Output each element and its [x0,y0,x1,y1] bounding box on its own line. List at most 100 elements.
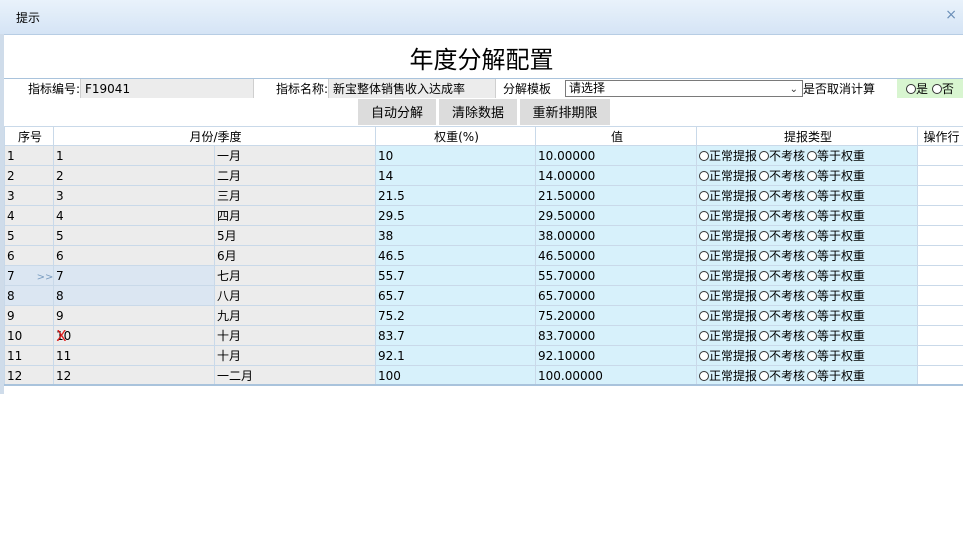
type-radio[interactable] [807,191,818,201]
cell-weight[interactable]: 38 [375,225,537,246]
cell-value[interactable]: 65.70000 [535,285,698,306]
type-option-label: 正常提报 [709,169,758,183]
cell-action[interactable] [917,225,963,246]
type-radio[interactable] [807,291,818,301]
cell-value[interactable]: 29.50000 [535,205,698,226]
type-radio[interactable] [759,291,770,301]
type-radio[interactable] [699,371,710,381]
cell-weight[interactable]: 29.5 [375,205,537,226]
template-select[interactable]: 请选择 ⌄ [565,80,803,97]
cell-value[interactable]: 21.50000 [535,185,698,206]
cell-weight[interactable]: 100 [375,365,537,386]
type-radio[interactable] [807,271,818,281]
cell-action[interactable] [917,305,963,326]
type-radio[interactable] [699,151,710,161]
type-radio[interactable] [807,371,818,381]
type-radio[interactable] [699,231,710,241]
auto-decompose-button[interactable]: 自动分解 [358,99,436,125]
cell-action[interactable] [917,265,963,286]
cell-weight[interactable]: 14 [375,165,537,186]
cell-seq: 9 [4,305,54,326]
cell-value[interactable]: 55.70000 [535,265,698,286]
type-radio[interactable] [759,271,770,281]
type-radio[interactable] [699,251,710,261]
cell-action[interactable] [917,345,963,366]
type-radio[interactable] [699,271,710,281]
cell-weight[interactable]: 46.5 [375,245,537,266]
type-radio[interactable] [699,331,710,341]
type-radio[interactable] [759,231,770,241]
cell-action[interactable] [917,245,963,266]
cell-value[interactable]: 10.00000 [535,145,698,166]
cell-weight[interactable]: 10 [375,145,537,166]
cell-action[interactable] [917,285,963,306]
type-radio[interactable] [807,211,818,221]
type-radio[interactable] [759,211,770,221]
type-radio[interactable] [699,291,710,301]
type-radio[interactable] [807,171,818,181]
type-radio[interactable] [759,371,770,381]
cell-action[interactable] [917,165,963,186]
type-radio[interactable] [759,351,770,361]
clear-data-button[interactable]: 清除数据 [439,99,517,125]
cell-weight[interactable]: 65.7 [375,285,537,306]
cell-weight[interactable]: 55.7 [375,265,537,286]
type-option-label: 不考核 [769,249,806,263]
cell-type: 正常提报 不考核 等于权重 [696,365,919,386]
type-radio[interactable] [807,231,818,241]
type-option-label: 等于权重 [817,329,866,343]
type-radio[interactable] [759,191,770,201]
type-radio[interactable] [759,251,770,261]
cell-value[interactable]: 83.70000 [535,325,698,346]
cell-value[interactable]: 38.00000 [535,225,698,246]
type-radio[interactable] [759,331,770,341]
cell-value[interactable]: 46.50000 [535,245,698,266]
type-option-label: 等于权重 [817,189,866,203]
type-radio[interactable] [807,251,818,261]
type-radio[interactable] [699,191,710,201]
cell-weight[interactable]: 92.1 [375,345,537,366]
type-option-label: 正常提报 [709,229,758,243]
cell-value[interactable]: 75.20000 [535,305,698,326]
cell-value[interactable]: 92.10000 [535,345,698,366]
cell-weight[interactable]: 75.2 [375,305,537,326]
cell-action[interactable] [917,325,963,346]
cell-period: 6月 [213,245,377,266]
cell-num: 2 [53,165,215,186]
type-radio[interactable] [807,151,818,161]
cell-action[interactable] [917,205,963,226]
table-row: 1 1 一月 10 10.00000 正常提报 不考核 等于权重 [4,145,963,166]
cell-action[interactable] [917,145,963,166]
dialog-titlebar: 提示 × [0,0,963,35]
type-radio[interactable] [759,151,770,161]
type-radio[interactable] [759,171,770,181]
type-radio[interactable] [807,311,818,321]
cell-type: 正常提报 不考核 等于权重 [696,305,919,326]
type-option-label: 不考核 [769,169,806,183]
cancel-calc-radios: 是 否 [897,79,963,99]
table-row: 4 4 四月 29.5 29.50000 正常提报 不考核 等于权重 [4,205,963,226]
name-value: 新宝整体销售收入达成率 [328,79,496,99]
type-option-label: 等于权重 [817,249,866,263]
type-radio[interactable] [807,351,818,361]
type-radio[interactable] [699,351,710,361]
type-radio[interactable] [807,331,818,341]
reorder-period-button[interactable]: 重新排期限 [520,99,610,125]
cell-action[interactable] [917,365,963,386]
type-radio[interactable] [699,171,710,181]
type-option-label: 不考核 [769,329,806,343]
radio-no[interactable] [931,84,942,94]
cell-num: 11 [53,345,215,366]
cell-action[interactable] [917,185,963,206]
type-radio[interactable] [759,311,770,321]
cell-value[interactable]: 100.00000 [535,365,698,386]
type-option-label: 正常提报 [709,289,758,303]
radio-yes[interactable] [906,84,916,94]
cell-weight[interactable]: 83.7 [375,325,537,346]
cell-weight[interactable]: 21.5 [375,185,537,206]
cell-period: 四月 [213,205,377,226]
type-radio[interactable] [699,311,710,321]
type-radio[interactable] [699,211,710,221]
close-icon[interactable]: × [945,7,957,23]
cell-value[interactable]: 14.00000 [535,165,698,186]
